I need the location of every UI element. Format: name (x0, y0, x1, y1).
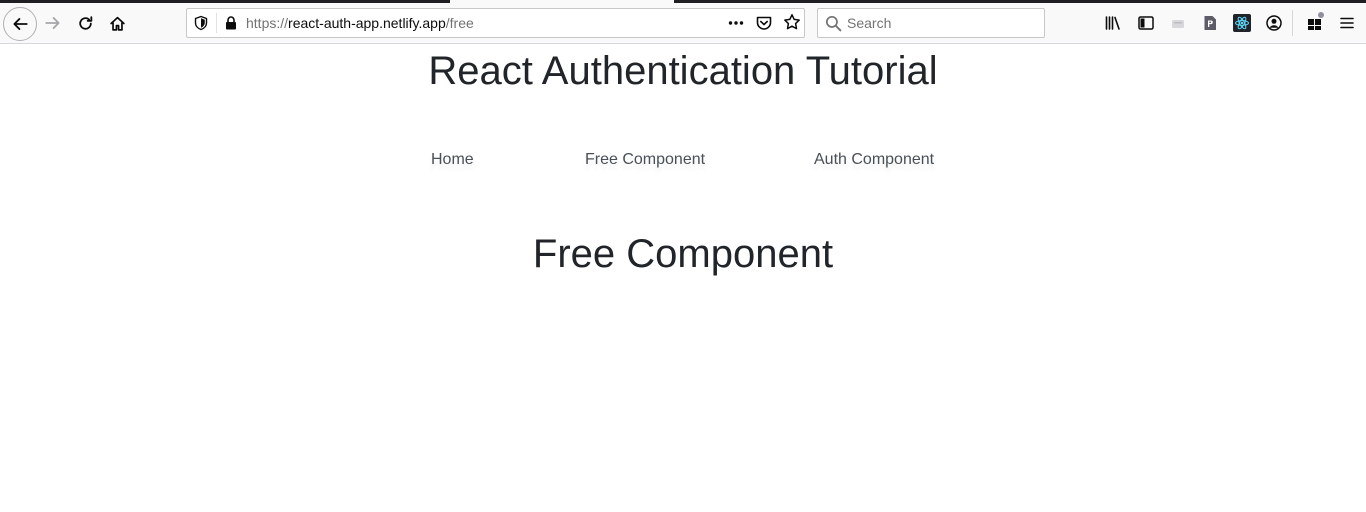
main-nav: Home Free Component Auth Component (0, 149, 1366, 171)
shield-icon[interactable] (193, 15, 209, 31)
sidebar-icon (1138, 16, 1154, 30)
forward-arrow-icon (45, 17, 60, 29)
page-content: React Authentication Tutorial Home Free … (0, 44, 1366, 512)
back-button[interactable] (3, 7, 37, 41)
menu-button[interactable] (1338, 14, 1356, 32)
react-icon (1233, 14, 1251, 32)
url-bar[interactable]: https://react-auth-app.netlify.app/free (186, 8, 805, 38)
url-text[interactable]: https://react-auth-app.netlify.app/free (246, 15, 474, 31)
extension-icon (1172, 20, 1184, 28)
hamburger-menu-icon (1340, 17, 1354, 29)
reload-button[interactable] (72, 10, 98, 36)
account-button[interactable] (1265, 14, 1283, 32)
url-scheme: https:// (246, 15, 289, 31)
toolbar-divider (1292, 10, 1293, 36)
nav-link-free-component[interactable]: Free Component (585, 149, 705, 171)
notification-dot (1318, 12, 1324, 18)
back-arrow-icon (13, 18, 28, 30)
pocket-icon[interactable] (755, 14, 773, 32)
search-icon (825, 15, 842, 32)
url-path: /free (445, 15, 474, 31)
home-icon (109, 16, 125, 31)
url-domain: react-auth-app.netlify.app (288, 15, 446, 31)
home-button[interactable] (104, 10, 130, 36)
nav-link-home[interactable]: Home (431, 149, 474, 171)
library-icon (1105, 16, 1120, 30)
extension-button-1[interactable] (1169, 14, 1187, 32)
nav-link-auth-component[interactable]: Auth Component (814, 149, 934, 171)
library-button[interactable] (1104, 14, 1122, 32)
browser-toolbar: https://react-auth-app.netlify.app/free (0, 3, 1366, 44)
account-icon (1266, 15, 1282, 31)
sidebar-button[interactable] (1137, 14, 1155, 32)
page-heading: Free Component (532, 232, 834, 276)
url-divider (216, 13, 217, 33)
forward-button[interactable] (40, 10, 66, 36)
more-dots-icon[interactable] (727, 14, 745, 32)
reload-icon (78, 15, 92, 30)
p-extension-icon (1204, 16, 1216, 30)
search-bar[interactable] (817, 8, 1045, 38)
star-icon[interactable] (783, 13, 801, 31)
site-title: React Authentication Tutorial (428, 49, 938, 93)
extension-button-2[interactable] (1201, 14, 1219, 32)
search-input[interactable] (847, 13, 1037, 33)
react-devtools-button[interactable] (1233, 14, 1251, 32)
lock-icon[interactable] (223, 15, 239, 31)
